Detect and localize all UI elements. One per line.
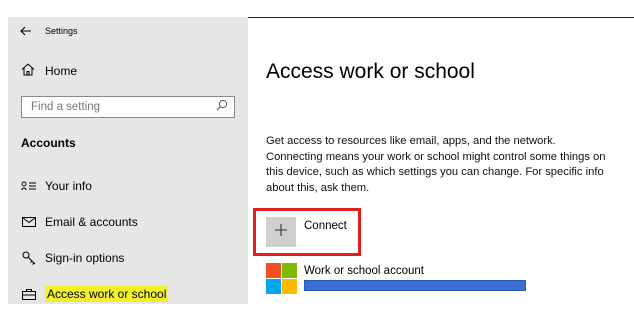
sidebar-item-label: Sign-in options — [45, 251, 125, 265]
page-title: Access work or school — [266, 60, 475, 83]
sidebar-item-home[interactable]: Home — [21, 63, 77, 79]
sidebar-item-label: Your info — [45, 179, 92, 193]
sidebar-item-email-accounts[interactable]: Email & accounts — [21, 215, 138, 229]
connect-label[interactable]: Connect — [304, 220, 347, 232]
home-icon — [21, 63, 35, 79]
redacted-account-email — [304, 280, 526, 291]
back-arrow-icon[interactable] — [19, 24, 33, 38]
sidebar-item-access-work-or-school[interactable]: Access work or school — [21, 286, 169, 302]
person-lines-icon — [21, 179, 37, 193]
connect-button[interactable] — [266, 217, 296, 247]
sidebar-item-sign-in-options[interactable]: Sign-in options — [21, 251, 124, 265]
search-input[interactable]: Find a setting — [21, 96, 235, 118]
key-icon — [21, 251, 37, 265]
search-icon — [216, 98, 228, 116]
plus-icon — [274, 223, 288, 242]
microsoft-logo-icon — [266, 263, 297, 294]
search-placeholder: Find a setting — [31, 101, 101, 113]
sidebar-item-label: Email & accounts — [45, 215, 138, 229]
window-top-border — [248, 17, 634, 18]
window-title: Settings — [45, 26, 78, 36]
sidebar-item-label: Home — [45, 64, 78, 78]
sidebar-item-label: Access work or school — [45, 286, 169, 302]
title-bar: Settings — [19, 22, 78, 40]
page-description: Get access to resources like email, apps… — [266, 135, 606, 194]
envelope-icon — [21, 215, 37, 229]
sidebar-item-your-info[interactable]: Your info — [21, 179, 92, 193]
work-school-account-item[interactable]: Work or school account — [304, 265, 424, 277]
briefcase-icon — [21, 287, 37, 301]
sidebar-section-title: Accounts — [21, 136, 76, 150]
